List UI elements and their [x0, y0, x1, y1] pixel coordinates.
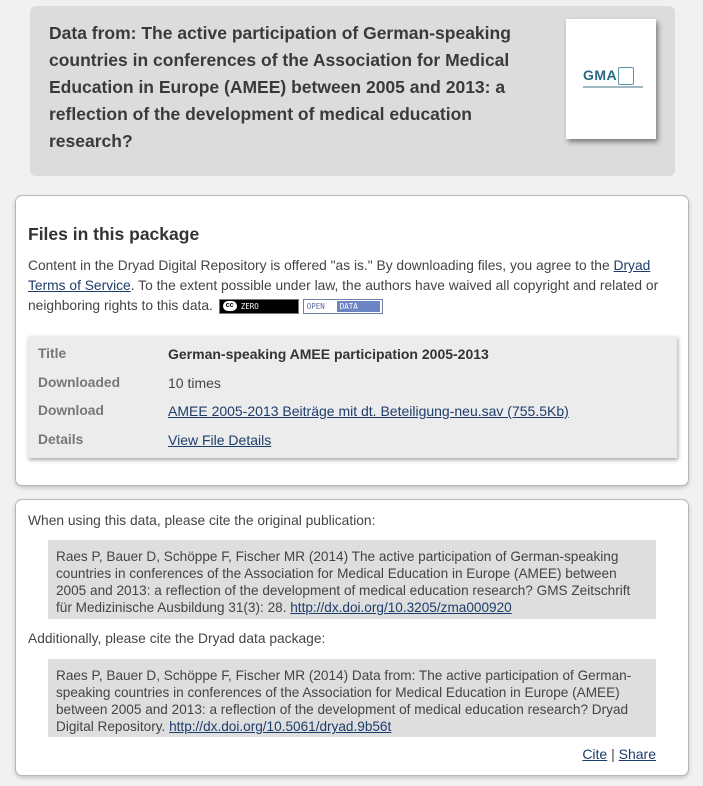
cite-link[interactable]: Cite: [582, 746, 607, 762]
row-label: Download: [38, 403, 104, 418]
cc-icon: cc: [222, 300, 237, 311]
cite-share-links: Cite | Share: [582, 746, 656, 762]
file-title: German-speaking AMEE participation 2005-…: [168, 346, 489, 362]
package-doi-link[interactable]: http://dx.doi.org/10.5061/dryad.9b56t: [169, 719, 391, 734]
cc0-label: ZERO: [240, 301, 259, 311]
terms-prefix: Content in the Dryad Digital Repository …: [28, 258, 614, 273]
share-link[interactable]: Share: [619, 746, 656, 762]
package-header: Data from: The active participation of G…: [30, 6, 675, 176]
cite-publication-intro: When using this data, please cite the or…: [28, 513, 376, 528]
link-separator: |: [611, 746, 615, 762]
download-file-link[interactable]: AMEE 2005-2013 Beiträge mit dt. Beteilig…: [168, 403, 569, 419]
gma-logo-icon: [618, 67, 634, 85]
package-title: Data from: The active participation of G…: [49, 23, 511, 151]
cc0-badge[interactable]: cc ZERO: [218, 298, 299, 314]
open-data-badge[interactable]: OPEN DATA: [302, 298, 383, 314]
row-label: Title: [38, 346, 67, 361]
publication-doi-link[interactable]: http://dx.doi.org/10.3205/zma000920: [290, 600, 511, 615]
publication-citation: Raes P, Bauer D, Schöppe F, Fischer MR (…: [48, 540, 656, 619]
row-label: Downloaded: [38, 375, 121, 390]
view-file-details-link[interactable]: View File Details: [168, 432, 271, 448]
files-heading: Files in this package: [28, 224, 200, 244]
download-count: 10 times: [168, 375, 221, 391]
cite-package-intro: Additionally, please cite the Dryad data…: [28, 631, 326, 646]
data-label: DATA: [336, 300, 380, 312]
terms-text: Content in the Dryad Digital Repository …: [28, 256, 683, 316]
files-panel: Files in this package Content in the Dry…: [15, 195, 689, 486]
row-label: Details: [38, 432, 84, 447]
journal-thumbnail[interactable]: GMA: [566, 19, 656, 139]
gma-logo: GMA: [583, 67, 618, 83]
gma-logo-subtitle: [583, 86, 643, 88]
package-citation: Raes P, Bauer D, Schöppe F, Fischer MR (…: [48, 659, 656, 737]
open-label: OPEN: [306, 301, 325, 311]
citation-panel: When using this data, please cite the or…: [15, 499, 689, 776]
file-details-table: Title German-speaking AMEE participation…: [28, 336, 677, 458]
